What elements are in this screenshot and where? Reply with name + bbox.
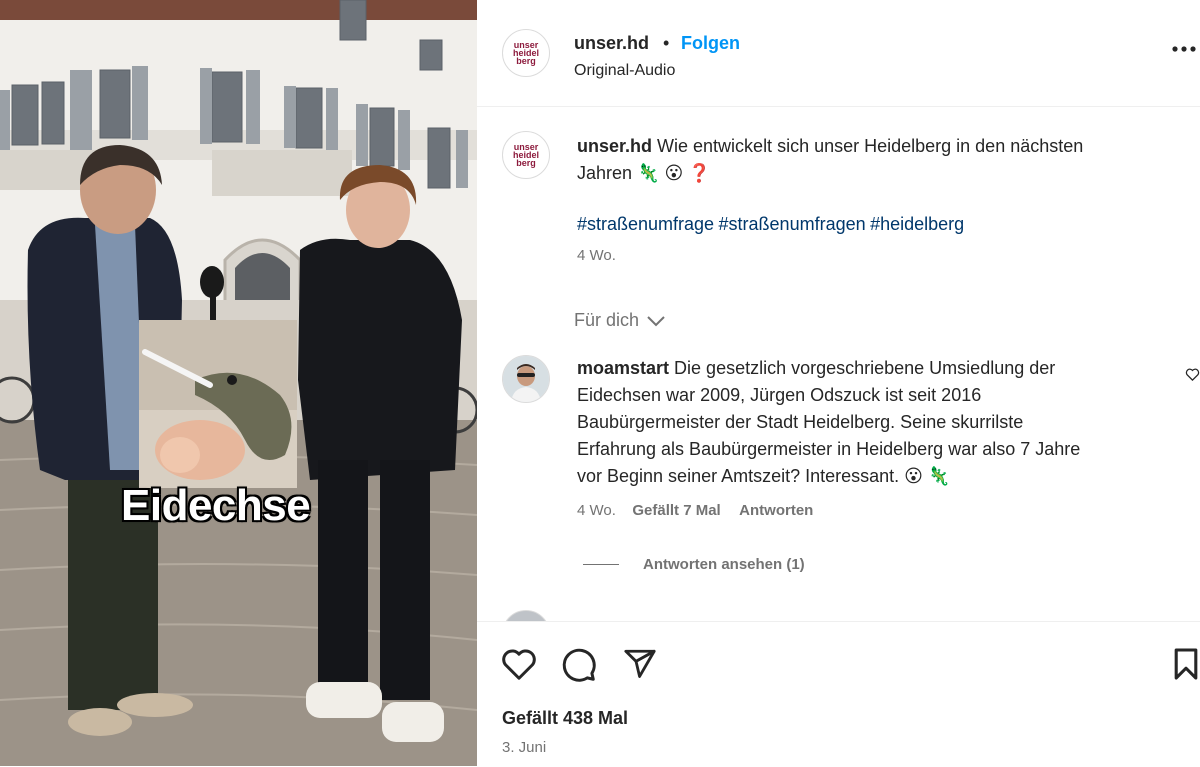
reply-button[interactable]: Antworten (739, 502, 813, 519)
comment-line-1: moamstart Die gesetzlich vorgeschriebene… (577, 358, 1056, 378)
hashtag-link[interactable]: #heidelberg (870, 214, 964, 234)
action-bar: Gefällt 438 Mal 3. Juni (477, 621, 1200, 767)
follow-button[interactable]: Folgen (681, 33, 740, 54)
post-header: unser heidel berg unser.hd • Folgen Orig… (477, 0, 1200, 107)
comment-icon[interactable] (561, 647, 597, 683)
commenter-photo (503, 356, 549, 402)
street-scene-image (0, 0, 477, 766)
comment-line: Baubürgermeister der Stadt Heidelberg. S… (577, 412, 1024, 432)
hashtag-link[interactable]: #straßenumfrage (577, 214, 714, 234)
caption-username[interactable]: unser.hd (577, 136, 652, 156)
view-replies-button[interactable]: Antworten ansehen (1) (583, 556, 805, 573)
comment-line: vor Beginn seiner Amtszeit? Interessant.… (577, 466, 951, 486)
post-media[interactable]: Eidechse (0, 0, 477, 766)
comment-like-icon[interactable] (1185, 367, 1200, 382)
comment-likes[interactable]: Gefällt 7 Mal (632, 502, 720, 519)
chevron-down-icon (647, 315, 665, 326)
share-icon[interactable] (622, 647, 658, 681)
media-overlay-text: Eidechse (121, 481, 311, 530)
comment: moamstart Die gesetzlich vorgeschriebene… (577, 355, 1167, 520)
caption-line-2: Jahren 🦎 😮 ❓ (577, 163, 711, 183)
for-you-dropdown[interactable]: Für dich (574, 310, 667, 331)
caption: unser.hd Wie entwickelt sich unser Heide… (577, 133, 1177, 264)
comment-time[interactable]: 4 Wo. (577, 502, 616, 519)
separator-dot: • (663, 33, 670, 53)
hashtag-row: #straßenumfrage #straßenumfragen #heidel… (577, 214, 1177, 235)
bookmark-icon[interactable] (1172, 647, 1200, 681)
comment-line: Eidechsen war 2009, Jürgen Odszuck ist s… (577, 385, 982, 405)
commenter-username[interactable]: moamstart (577, 358, 669, 378)
caption-logo: unser heidel berg (512, 142, 539, 168)
caption-avatar[interactable]: unser heidel berg (502, 131, 550, 179)
account-username[interactable]: unser.hd (574, 33, 649, 54)
post-likes[interactable]: Gefällt 438 Mal (502, 708, 628, 729)
commenter-avatar[interactable] (502, 355, 550, 403)
caption-text: Wie entwickelt sich unser Heidelberg in … (657, 136, 1084, 156)
hashtag-link[interactable]: #straßenumfragen (719, 214, 866, 234)
caption-time[interactable]: 4 Wo. (577, 247, 1177, 264)
post-panel: unser heidel berg unser.hd • Folgen Orig… (477, 0, 1200, 767)
audio-link[interactable]: Original-Audio (574, 62, 675, 80)
account-logo: unser heidel berg (512, 40, 539, 66)
replies-divider (583, 564, 619, 565)
view-replies-label: Antworten ansehen (1) (643, 556, 805, 573)
comment-meta: 4 Wo. Gefällt 7 Mal Antworten (577, 502, 1167, 520)
caption-line-1: unser.hd Wie entwickelt sich unser Heide… (577, 133, 1177, 160)
for-you-label: Für dich (574, 310, 640, 330)
heart-icon[interactable] (501, 647, 537, 681)
account-avatar[interactable]: unser heidel berg (502, 29, 550, 77)
comment-line: Erfahrung als Baubürgermeister in Heidel… (577, 439, 1081, 459)
post-date[interactable]: 3. Juni (502, 739, 546, 756)
more-icon[interactable] (1171, 45, 1197, 53)
